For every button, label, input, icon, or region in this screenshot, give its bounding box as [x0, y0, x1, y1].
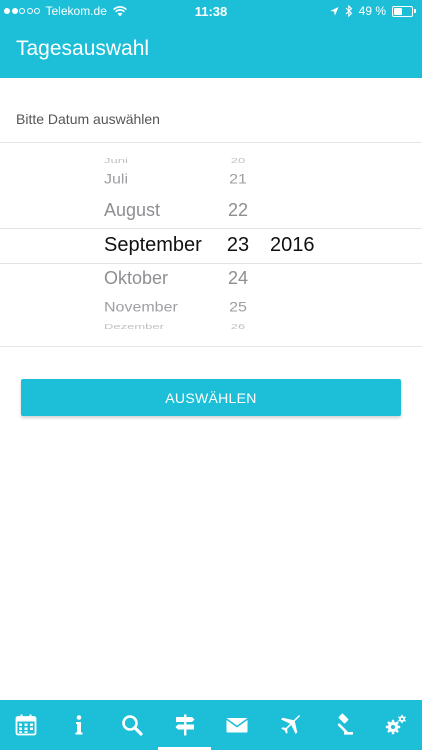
month-option[interactable]: Juni: [104, 157, 219, 164]
day-option[interactable]: 22: [213, 201, 263, 219]
info-icon: [75, 715, 83, 735]
month-wheel[interactable]: Juni Juli August September Oktober Novem…: [100, 143, 215, 346]
battery-percentage: 49 %: [358, 4, 386, 18]
bluetooth-icon: [345, 5, 352, 17]
status-bar: Telekom.de 11:38 49 %: [0, 0, 422, 22]
tab-messages[interactable]: [211, 700, 264, 750]
battery-level: [394, 7, 403, 15]
month-option[interactable]: Dezember: [104, 323, 219, 330]
gavel-icon: [337, 713, 353, 735]
envelope-icon: [226, 718, 249, 733]
day-option[interactable]: 26: [213, 323, 263, 330]
selected-year[interactable]: 2016: [270, 235, 330, 255]
day-option[interactable]: 24: [213, 269, 263, 287]
year-wheel[interactable]: 2016: [270, 143, 330, 346]
selected-day[interactable]: 23: [213, 235, 263, 255]
signpost-icon: [175, 714, 195, 736]
month-option[interactable]: November: [104, 301, 219, 315]
tab-flights[interactable]: [264, 700, 317, 750]
calendar-icon: [15, 714, 37, 736]
search-icon: [122, 715, 143, 736]
gears-icon: [385, 714, 406, 735]
selected-month[interactable]: September: [104, 235, 219, 255]
select-date-button[interactable]: AUSWÄHLEN: [21, 379, 401, 416]
tab-signpost[interactable]: [158, 700, 211, 750]
location-arrow-icon: [330, 6, 339, 16]
day-option[interactable]: 20: [213, 157, 263, 164]
status-right: 49 %: [324, 4, 416, 18]
day-wheel[interactable]: 20 21 22 23 24 25 26: [213, 143, 263, 346]
day-option[interactable]: 25: [213, 301, 263, 315]
month-option[interactable]: August: [104, 201, 219, 219]
month-option[interactable]: Oktober: [104, 269, 219, 287]
tab-bar: [0, 700, 422, 750]
battery-icon: [392, 5, 416, 17]
app-header: Telekom.de 11:38 49 % Tagesauswahl: [0, 0, 422, 78]
month-option[interactable]: Juli: [104, 173, 219, 187]
date-picker[interactable]: Juni Juli August September Oktober Novem…: [0, 142, 422, 347]
day-option[interactable]: 21: [213, 173, 263, 187]
tab-auction[interactable]: [317, 700, 370, 750]
date-prompt-label: Bitte Datum auswählen: [16, 111, 160, 127]
tab-settings[interactable]: [369, 700, 422, 750]
tab-calendar[interactable]: [0, 700, 53, 750]
airplane-icon: [281, 715, 301, 734]
page-title: Tagesauswahl: [16, 37, 150, 60]
tab-info[interactable]: [53, 700, 106, 750]
tab-search[interactable]: [106, 700, 159, 750]
